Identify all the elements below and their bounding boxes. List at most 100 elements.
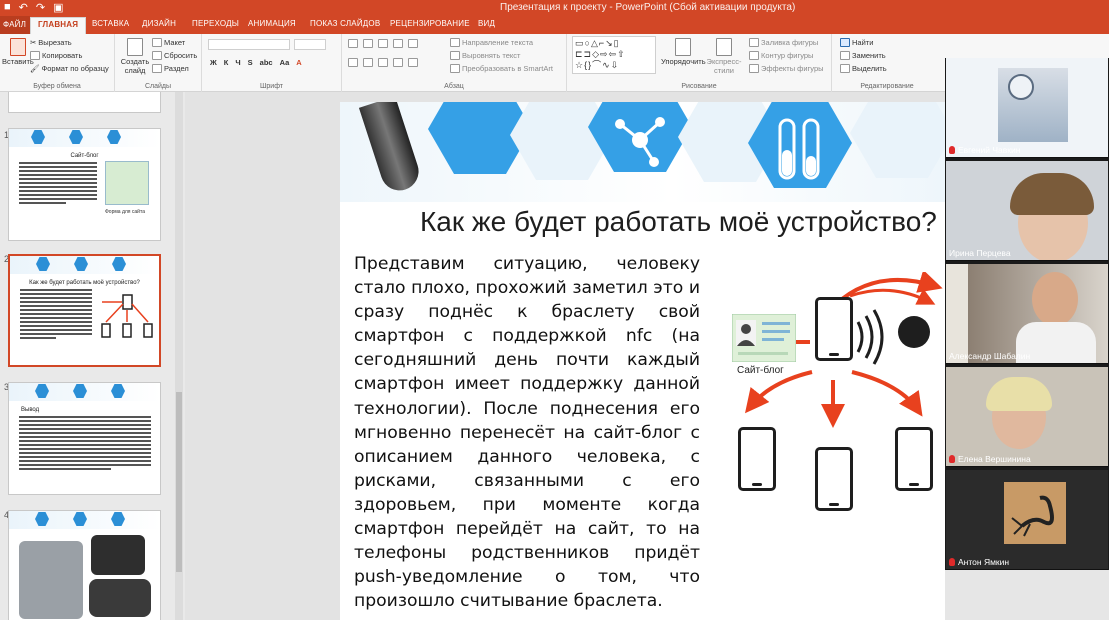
participant-tile[interactable]: Евгений Чавкин (946, 58, 1108, 158)
slide-thumbnail-2[interactable]: Как же будет работать моё устройство? (8, 254, 161, 367)
window-title: Презентация к проекту - PowerPoint (Сбой… (500, 2, 796, 13)
scrollbar-knob[interactable] (176, 392, 182, 572)
align-center-icon[interactable] (363, 58, 373, 67)
layout-button[interactable]: Макет (152, 38, 185, 47)
bullets-icon[interactable] (348, 39, 358, 48)
shape-effects-button[interactable]: Эффекты фигуры (749, 64, 824, 73)
relative-phone-icon (895, 427, 933, 491)
strike-button[interactable]: S (248, 58, 253, 67)
arrange-icon (675, 38, 692, 56)
ribbon-tabs: ФАЙЛ ГЛАВНАЯ ВСТАВКА ДИЗАЙН ПЕРЕХОДЫ АНИ… (0, 16, 1109, 34)
underline-button[interactable]: Ч (235, 58, 240, 67)
slide-thumbnail-4[interactable] (8, 510, 161, 620)
id-card-icon (732, 314, 796, 362)
tab-design[interactable]: ДИЗАЙН (142, 19, 176, 28)
outdent-icon[interactable] (393, 39, 403, 48)
scorpion-icon (1011, 495, 1054, 537)
shape-outline-button[interactable]: Контур фигуры (749, 51, 813, 60)
italic-button[interactable]: К (224, 58, 229, 67)
participant-tile[interactable]: Александр Шабалин (946, 264, 1108, 364)
align-text-icon (450, 51, 460, 60)
editing-group: Найти Заменить Выделить Редактирование (832, 34, 942, 92)
font-color-icon[interactable]: A (296, 58, 301, 67)
change-case-button[interactable]: Аа (280, 58, 290, 67)
tab-view[interactable]: ВИД (478, 19, 495, 28)
binoculars-icon (840, 38, 850, 47)
shapes-gallery[interactable]: ▭○△⌐↘▯ ⊏⊐◇⇨⇦⇧ ☆{}⌒∿⇩ (572, 36, 656, 74)
redo-icon[interactable]: ↷ (36, 1, 45, 14)
text-direction-button[interactable]: Направление текста (450, 38, 533, 47)
justify-icon[interactable] (393, 58, 403, 67)
shape-fill-button[interactable]: Заливка фигуры (749, 38, 818, 47)
replace-button[interactable]: Заменить (840, 51, 886, 60)
paragraph-label: Абзац (444, 83, 464, 90)
test-tubes-icon (778, 118, 820, 180)
undo-icon[interactable]: ↶ (19, 1, 28, 14)
thumbnail-diagram (101, 294, 153, 338)
slide-body-text[interactable]: Представим ситуацию, человеку стало плох… (354, 252, 700, 613)
format-painter-button[interactable]: 🖌 Формат по образцу (30, 64, 109, 73)
participant-name: Антон Ямкин (949, 557, 1009, 567)
cut-button[interactable]: ✂ Вырезать (30, 38, 72, 47)
brush-icon: 🖌 (30, 64, 40, 73)
thumbnail-title: Как же будет работать моё устройство? (29, 280, 140, 286)
select-button[interactable]: Выделить (840, 64, 887, 73)
font-size-select[interactable] (294, 39, 326, 50)
font-family-select[interactable] (208, 39, 290, 50)
participant-tile[interactable]: Ирина Перцева (946, 161, 1108, 261)
participant-name: Александр Шабалин (949, 351, 1031, 361)
tab-review[interactable]: РЕЦЕНЗИРОВАНИЕ (390, 19, 470, 28)
site-blog-label: Сайт-блог (737, 365, 784, 376)
slide-thumbnail-prev[interactable] (8, 92, 161, 113)
tab-animation[interactable]: АНИМАЦИЯ (248, 19, 296, 28)
new-slide-button[interactable]: Создать слайд (119, 38, 151, 75)
clipboard-group: Вставить ✂ Вырезать Копировать 🖌 Формат по… (0, 34, 115, 92)
ribbon: Вставить ✂ Вырезать Копировать 🖌 Формат по… (0, 34, 1109, 92)
smartart-button[interactable]: Преобразовать в SmartArt (450, 64, 553, 73)
clipboard-label: Буфер обмена (33, 83, 81, 90)
relative-phone-icon (738, 427, 776, 491)
participant-video (998, 68, 1068, 142)
tab-home[interactable]: ГЛАВНАЯ (30, 17, 87, 34)
arrange-button[interactable]: Упорядочить (661, 38, 706, 66)
reset-icon (152, 51, 162, 60)
thumbnails-scrollbar[interactable] (175, 92, 183, 620)
find-button[interactable]: Найти (840, 38, 873, 47)
bold-button[interactable]: Ж (210, 58, 217, 67)
reset-button[interactable]: Сбросить (152, 51, 197, 60)
tab-transitions[interactable]: ПЕРЕХОДЫ (192, 19, 239, 28)
bracelet-photo (89, 579, 151, 617)
indent-icon[interactable] (378, 39, 388, 48)
start-slideshow-icon[interactable]: ▣ (53, 1, 63, 14)
align-right-icon[interactable] (378, 58, 388, 67)
numbering-icon[interactable] (363, 39, 373, 48)
char-spacing-button[interactable]: abc (260, 58, 273, 67)
section-icon (152, 64, 162, 73)
quick-styles-button[interactable]: Экспресс-стили (707, 38, 741, 75)
save-icon[interactable]: ■ (4, 1, 11, 14)
tab-slideshow[interactable]: ПОКАЗ СЛАЙДОВ (310, 19, 380, 28)
tab-file[interactable]: ФАЙЛ (0, 16, 31, 34)
columns-icon[interactable] (408, 58, 418, 67)
align-left-icon[interactable] (348, 58, 358, 67)
align-text-button[interactable]: Выровнять текст (450, 51, 520, 60)
drawing-group: ▭○△⌐↘▯ ⊏⊐◇⇨⇦⇧ ☆{}⌒∿⇩ Упорядочить Экспресс-… (567, 34, 832, 92)
participant-avatar (1004, 482, 1066, 544)
line-spacing-icon[interactable] (408, 39, 418, 48)
slide-thumbnail-1[interactable]: Сайт-блог Форма для сайта (8, 128, 161, 241)
paragraph-group: Направление текста Выровнять текст Преоб… (342, 34, 567, 92)
participant-tile[interactable]: Антон Ямкин (946, 470, 1108, 570)
editing-label: Редактирование (860, 83, 914, 90)
mascot-figure (1008, 74, 1034, 100)
participant-tile[interactable]: Елена Вершинина (946, 367, 1108, 467)
slide-thumbnail-3[interactable]: Вывод (8, 382, 161, 495)
section-button[interactable]: Раздел (152, 64, 189, 73)
current-slide[interactable]: Как же будет работать моё устройство? Пр… (340, 102, 945, 620)
quick-styles-icon (716, 38, 732, 56)
thumbnail-title: Сайт-блог (70, 153, 99, 159)
font-label: Шрифт (259, 83, 284, 90)
slide-title[interactable]: Как же будет работать моё устройство? (420, 206, 937, 238)
tab-insert[interactable]: ВСТАВКА (92, 19, 129, 28)
copy-button[interactable]: Копировать (30, 51, 82, 60)
bracelet-photo (19, 541, 83, 619)
